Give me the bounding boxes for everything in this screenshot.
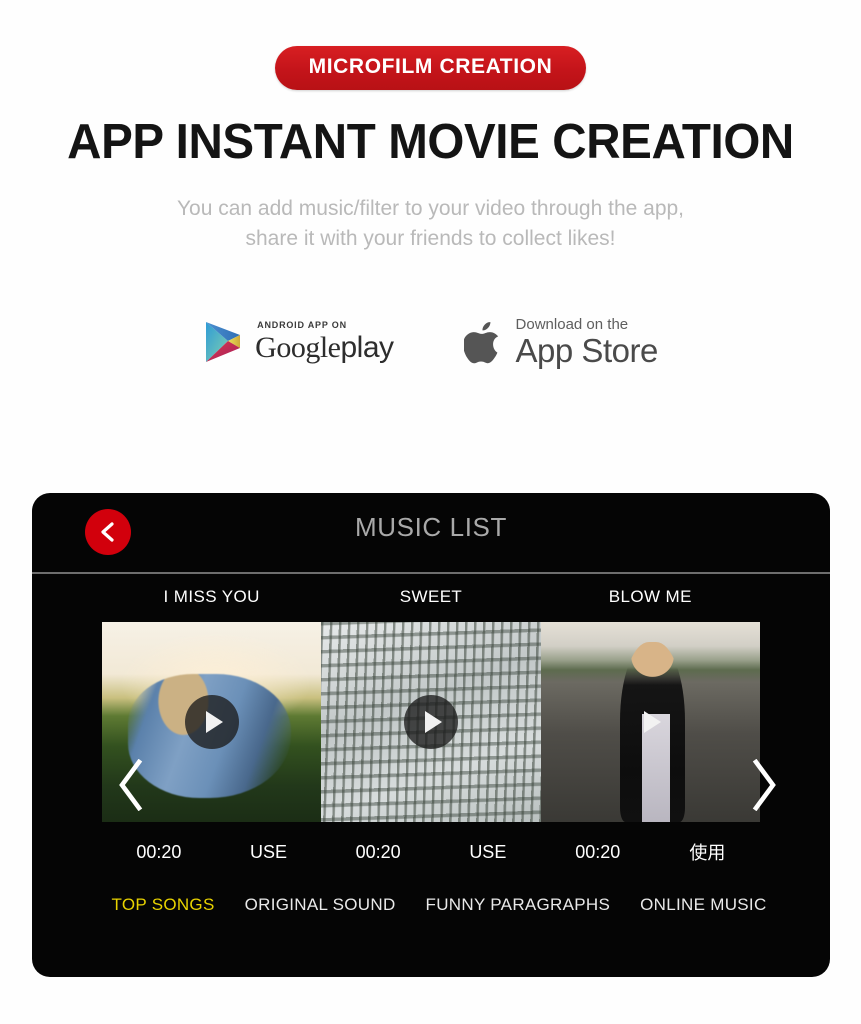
song-carousel: I MISS YOU SWEET BLOW ME 00:20 USE 00:20… [32, 574, 830, 865]
app-screen-title: MUSIC LIST [355, 512, 507, 542]
song-meta: 00:20 使用 [541, 839, 760, 865]
app-store-top-label: Download on the [515, 316, 629, 333]
carousel-next-button[interactable] [741, 758, 787, 816]
google-play-label: ANDROID APP ON Googleplay [255, 320, 395, 364]
carousel-prev-button[interactable] [108, 758, 154, 816]
google-play-top-label: ANDROID APP ON [257, 320, 347, 330]
song-title: SWEET [399, 587, 463, 606]
play-button[interactable] [403, 695, 458, 749]
use-button[interactable]: USE [250, 842, 287, 863]
song-title: I MISS YOU [163, 587, 260, 606]
page-title: APP INSTANT MOVIE CREATION [67, 115, 794, 169]
badge-row: MICROFILM CREATION [0, 0, 861, 90]
page-root: MICROFILM CREATION APP INSTANT MOVIE CRE… [0, 0, 861, 1024]
play-icon [205, 711, 223, 733]
microfilm-creation-badge: MICROFILM CREATION [274, 46, 587, 90]
apple-logo-icon [462, 318, 504, 366]
use-button[interactable]: USE [469, 842, 506, 863]
google-play-brand: Googleplay [255, 331, 395, 364]
song-duration: 00:20 [575, 841, 621, 862]
google-play-triangle-icon [203, 320, 243, 364]
tab-online-music[interactable]: ONLINE MUSIC [640, 895, 766, 915]
chevron-right-icon [749, 758, 779, 816]
song-title-row: I MISS YOU SWEET BLOW ME [102, 587, 760, 607]
song-duration: 00:20 [355, 841, 401, 862]
song-title: BLOW ME [608, 587, 692, 606]
google-play-badge[interactable]: ANDROID APP ON Googleplay [203, 320, 395, 364]
song-thumbnail-row [102, 622, 760, 822]
chevron-left-icon [116, 758, 146, 816]
song-duration: 00:20 [136, 841, 182, 862]
tab-original-sound[interactable]: ORIGINAL SOUND [245, 895, 396, 915]
play-button[interactable] [623, 695, 677, 749]
song-meta: 00:20 USE [102, 839, 321, 865]
app-store-brand: App Store [515, 332, 659, 369]
song-thumbnail[interactable] [540, 622, 760, 822]
page-subtitle: You can add music/filter to your video t… [0, 194, 861, 254]
song-thumbnail[interactable] [321, 622, 541, 822]
category-tabs: TOP SONGS ORIGINAL SOUND FUNNY PARAGRAPH… [32, 895, 830, 915]
app-store-badge[interactable]: Download on the App Store [462, 316, 659, 369]
subtitle-line-1: You can add music/filter to your video t… [176, 197, 685, 220]
store-badges: ANDROID APP ON Googleplay Download on th… [0, 317, 861, 367]
song-meta: 00:20 USE [321, 839, 540, 865]
play-icon [424, 711, 442, 733]
google-play-suffix: play [340, 331, 395, 364]
app-topbar: MUSIC LIST [32, 493, 830, 572]
song-meta-row: 00:20 USE 00:20 USE 00:20 使用 [102, 839, 760, 865]
use-button[interactable]: 使用 [689, 839, 725, 865]
music-list-app-card: MUSIC LIST I MISS YOU SWEET BLOW ME 00:2… [32, 493, 830, 977]
subtitle-line-2: share it with your friends to collect li… [245, 227, 616, 250]
tab-top-songs[interactable]: TOP SONGS [111, 895, 214, 915]
tab-funny-paragraphs[interactable]: FUNNY PARAGRAPHS [426, 895, 611, 915]
play-button[interactable] [184, 695, 239, 749]
app-store-label: Download on the App Store [515, 316, 659, 369]
play-icon [644, 711, 662, 733]
